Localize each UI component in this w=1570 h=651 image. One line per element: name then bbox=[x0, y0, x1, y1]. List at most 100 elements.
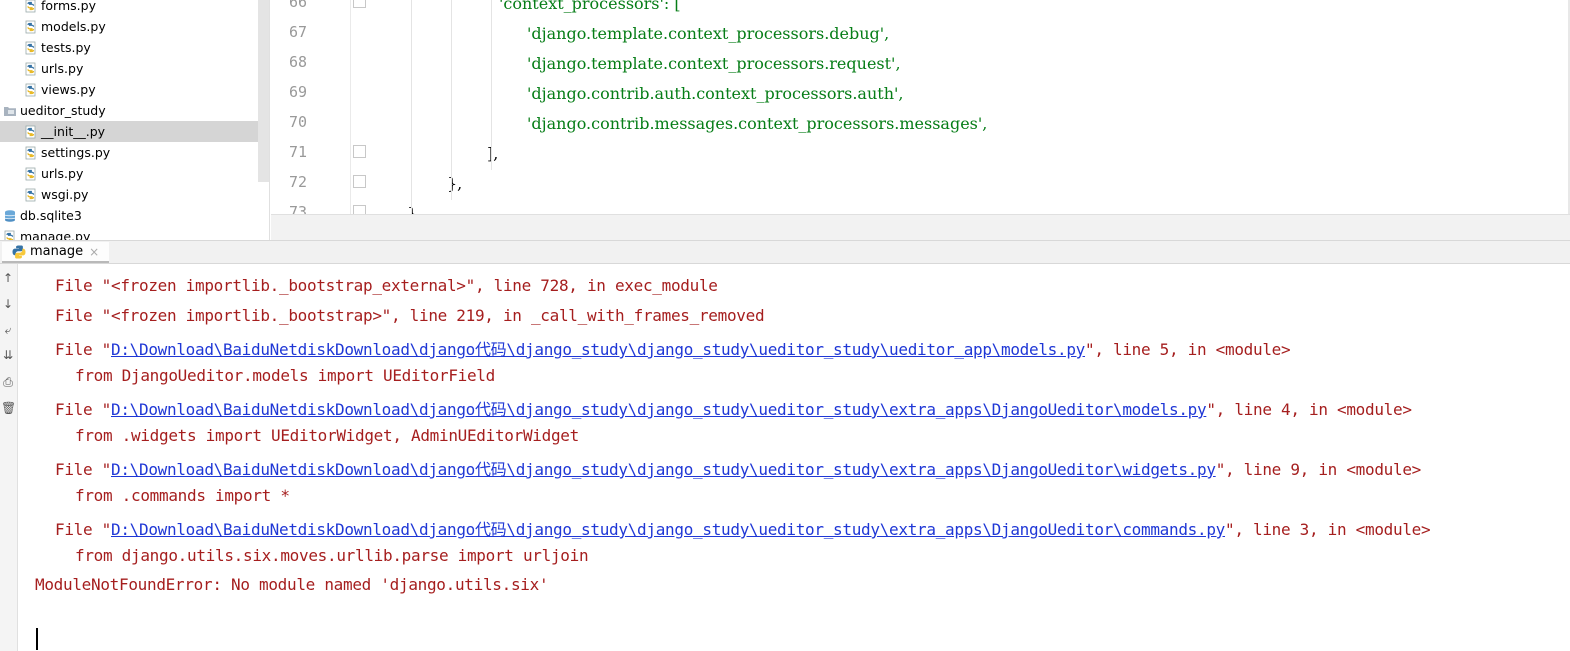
console-text: from django.utils.six.moves.urllib.parse… bbox=[75, 546, 589, 565]
code-line: 'context_processors': [ bbox=[499, 0, 681, 13]
tree-item-label: urls.py bbox=[41, 166, 84, 181]
console-text: ", line 9, in <module> bbox=[1215, 460, 1422, 479]
console-line: File "D:\Download\BaiduNetdiskDownload\d… bbox=[55, 396, 1412, 420]
code-editor[interactable]: 66 67 68 69 70 71 72 73 'context_processors': [… bbox=[271, 0, 1570, 214]
tree-item-label: forms.py bbox=[41, 0, 96, 13]
indent-guide bbox=[491, 0, 492, 170]
print-icon[interactable]: ⎙ bbox=[1, 375, 15, 389]
tree-item-label: __init__.py bbox=[41, 124, 106, 139]
text-cursor bbox=[36, 628, 38, 650]
line-number: 68 bbox=[288, 53, 307, 71]
line-number: 72 bbox=[288, 173, 307, 191]
console-line: from DjangoUeditor.models import UEditor… bbox=[75, 366, 495, 385]
tree-item[interactable]: models.py bbox=[0, 16, 269, 37]
run-tab-label: manage bbox=[30, 244, 84, 259]
console-line: from .commands import * bbox=[75, 486, 290, 505]
project-tree: forms.py models.py tests.py urls.py views.py… bbox=[0, 0, 270, 240]
tree-scrollbar[interactable] bbox=[258, 0, 269, 182]
database-icon bbox=[4, 209, 16, 222]
fold-marker-icon[interactable] bbox=[353, 145, 366, 158]
soft-wrap-icon[interactable]: ⤶ bbox=[1, 323, 15, 337]
file-path-link[interactable]: D:\Download\BaiduNetdiskDownload\django代… bbox=[111, 340, 1085, 359]
console-text: from .commands import * bbox=[75, 486, 290, 505]
tree-item[interactable]: db.sqlite3 bbox=[0, 205, 269, 226]
console-text: ", line 4, in <module> bbox=[1206, 400, 1412, 419]
python-file-icon bbox=[25, 188, 36, 201]
tree-item-label: manage.py bbox=[20, 229, 91, 240]
file-path-link[interactable]: D:\Download\BaiduNetdiskDownload\django代… bbox=[111, 520, 1225, 539]
tree-item-label: db.sqlite3 bbox=[20, 208, 82, 223]
tree-item[interactable]: views.py bbox=[0, 79, 269, 100]
tree-item-label: ueditor_study bbox=[20, 103, 106, 118]
line-number: 73 bbox=[288, 203, 307, 214]
python-file-icon bbox=[25, 167, 36, 180]
console-text: File " bbox=[55, 340, 111, 359]
tree-item-label: tests.py bbox=[41, 40, 91, 55]
console-line: from .widgets import UEditorWidget, Admi… bbox=[75, 426, 579, 445]
down-arrow-icon[interactable]: ↓ bbox=[1, 297, 15, 311]
tree-item[interactable]: ueditor_study bbox=[0, 100, 269, 121]
console-text: ", line 5, in <module> bbox=[1085, 340, 1291, 359]
editor-horizontal-scrollbar[interactable] bbox=[271, 214, 1570, 240]
fold-marker-icon[interactable] bbox=[353, 175, 366, 188]
console-line: ModuleNotFoundError: No module named 'dj… bbox=[35, 575, 549, 594]
scroll-to-end-icon[interactable]: ⇊ bbox=[1, 348, 15, 362]
indent-guide bbox=[411, 0, 412, 214]
python-file-icon bbox=[25, 20, 36, 33]
line-number: 70 bbox=[288, 113, 307, 131]
code-line: }, bbox=[447, 174, 463, 193]
close-tab-icon[interactable]: × bbox=[89, 245, 99, 259]
tab-manage[interactable]: manage × bbox=[2, 242, 110, 263]
line-number: 67 bbox=[288, 23, 307, 41]
console-line: File "<frozen importlib._bootstrap_exter… bbox=[55, 276, 718, 295]
console-line: File "D:\Download\BaiduNetdiskDownload\d… bbox=[55, 456, 1421, 480]
python-icon bbox=[12, 245, 26, 258]
tree-item-label: models.py bbox=[41, 19, 106, 34]
python-file-icon bbox=[25, 0, 36, 12]
up-arrow-icon[interactable]: ↑ bbox=[1, 271, 15, 285]
file-path-link[interactable]: D:\Download\BaiduNetdiskDownload\django代… bbox=[111, 460, 1216, 479]
code-line: ], bbox=[487, 144, 499, 163]
tree-item[interactable]: urls.py bbox=[0, 58, 269, 79]
code-line: 'django.contrib.messages.context_process… bbox=[527, 114, 988, 133]
tree-item[interactable]: wsgi.py bbox=[0, 184, 269, 205]
tree-item[interactable]: manage.py bbox=[0, 226, 269, 240]
console-text: ", line 3, in <module> bbox=[1225, 520, 1431, 539]
tree-item[interactable]: tests.py bbox=[0, 37, 269, 58]
tree-item-label: settings.py bbox=[41, 145, 111, 160]
tree-item-label: wsgi.py bbox=[41, 187, 89, 202]
line-number: 66 bbox=[288, 0, 307, 11]
fold-marker-icon[interactable] bbox=[353, 205, 366, 214]
line-number: 71 bbox=[288, 143, 307, 161]
trash-icon[interactable]: 🗑 bbox=[1, 401, 16, 415]
console-output[interactable]: File "<frozen importlib._bootstrap_exter… bbox=[19, 264, 1570, 651]
python-file-icon bbox=[25, 146, 36, 159]
console-line: from django.utils.six.moves.urllib.parse… bbox=[75, 546, 589, 565]
console-text: from DjangoUeditor.models import UEditor… bbox=[75, 366, 495, 385]
code-line: 'django.template.context_processors.debu… bbox=[527, 24, 890, 43]
run-tool-window-header: manage × bbox=[0, 240, 1570, 264]
console-text: File "<frozen importlib._bootstrap>", li… bbox=[55, 306, 765, 325]
python-file-icon bbox=[4, 230, 15, 240]
python-file-icon bbox=[25, 125, 36, 138]
folder-icon bbox=[4, 106, 16, 116]
tree-item[interactable]: settings.py bbox=[0, 142, 269, 163]
tree-item-label: views.py bbox=[41, 82, 96, 97]
code-line: } bbox=[407, 204, 418, 214]
file-path-link[interactable]: D:\Download\BaiduNetdiskDownload\django代… bbox=[111, 400, 1207, 419]
console-text: File " bbox=[55, 460, 111, 479]
tree-item-label: urls.py bbox=[41, 61, 84, 76]
python-file-icon bbox=[25, 41, 36, 54]
line-number-gutter: 66 67 68 69 70 71 72 73 bbox=[271, 0, 351, 214]
console-line: File "D:\Download\BaiduNetdiskDownload\d… bbox=[55, 336, 1291, 360]
console-text: File "<frozen importlib._bootstrap_exter… bbox=[55, 276, 718, 295]
tree-item[interactable]: forms.py bbox=[0, 0, 269, 16]
tree-item[interactable]: urls.py bbox=[0, 163, 269, 184]
console-line: File "D:\Download\BaiduNetdiskDownload\d… bbox=[55, 516, 1431, 540]
console-text: from .widgets import UEditorWidget, Admi… bbox=[75, 426, 579, 445]
console-text: ModuleNotFoundError: No module named 'dj… bbox=[35, 575, 549, 594]
console-text: File " bbox=[55, 520, 111, 539]
code-line: 'django.template.context_processors.requ… bbox=[527, 54, 901, 73]
fold-marker-icon[interactable] bbox=[353, 0, 366, 8]
tree-item[interactable]: __init__.py bbox=[0, 121, 269, 142]
